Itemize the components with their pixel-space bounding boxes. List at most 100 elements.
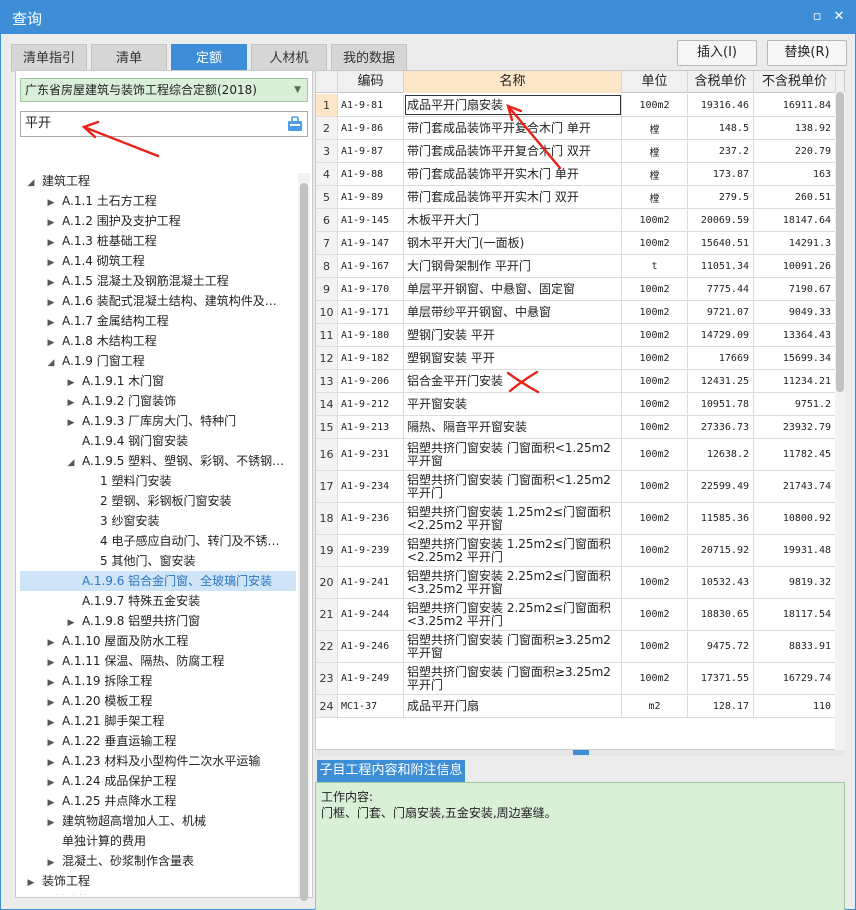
tree-node[interactable]: ▶ A.1.11 保温、隔热、防腐工程	[20, 651, 296, 671]
grid-scroll-thumb[interactable]	[836, 92, 844, 392]
table-row[interactable]: 2 A1-9-86 带门套成品装饰平开复合木门 单开 樘 148.5 138.92	[316, 117, 844, 140]
table-row[interactable]: 12 A1-9-182 塑钢窗安装 平开 100m2 17669 15699.34	[316, 347, 844, 370]
tab-item-info[interactable]: 子目工程内容和附注信息	[317, 760, 465, 782]
tree-node[interactable]: ▶ A.1.10 屋面及防水工程	[20, 631, 296, 651]
table-row[interactable]: 13 A1-9-206 铝合金平开门安装 100m2 12431.25 11234.21	[316, 370, 844, 393]
unit-cell[interactable]: 100m2	[622, 416, 688, 438]
name-cell[interactable]: 单层平开钢窗、中悬窗、固定窗	[404, 278, 622, 300]
tree-node[interactable]: ▶ A.1.1 土石方工程	[20, 191, 296, 211]
tree-node[interactable]: ◢ 建筑工程	[20, 171, 296, 191]
name-cell[interactable]: 隔热、隔音平开窗安装	[404, 416, 622, 438]
tree-node[interactable]: ▶ A.1.23 材料及小型构件二次水平运输	[20, 751, 296, 771]
tax-price-cell[interactable]: 27336.73	[688, 416, 754, 438]
no-tax-price-cell[interactable]: 11234.21	[754, 370, 836, 392]
replace-button[interactable]: 替换(R)	[767, 40, 847, 66]
tab-bill[interactable]: 清单	[91, 44, 167, 72]
tree-node[interactable]: 4 电子感应自动门、转门及不锈…	[20, 531, 296, 551]
code-cell[interactable]: A1-9-86	[338, 117, 404, 139]
no-tax-price-cell[interactable]: 163	[754, 163, 836, 185]
name-cell[interactable]: 单层带纱平开钢窗、中悬窗	[404, 301, 622, 323]
table-row[interactable]: 17 A1-9-234 铝塑共挤门窗安装 门窗面积<1.25m2 平开门 100m2 2…	[316, 471, 844, 503]
code-cell[interactable]: A1-9-234	[338, 471, 404, 502]
tree-node[interactable]: ▶ A.1.20 模板工程	[20, 691, 296, 711]
unit-cell[interactable]: m2	[622, 695, 688, 717]
unit-cell[interactable]: 100m2	[622, 663, 688, 694]
expand-icon[interactable]: ▶	[46, 793, 56, 811]
table-row[interactable]: 5 A1-9-89 带门套成品装饰平开实木门 双开 樘 279.5 260.51	[316, 186, 844, 209]
tax-price-cell[interactable]: 18830.65	[688, 599, 754, 630]
tree-node[interactable]: ▶ A.1.22 垂直运输工程	[20, 731, 296, 751]
unit-cell[interactable]: 100m2	[622, 347, 688, 369]
expand-icon[interactable]: ▶	[46, 733, 56, 751]
tax-price-cell[interactable]: 17371.55	[688, 663, 754, 694]
tax-price-cell[interactable]: 279.5	[688, 186, 754, 208]
unit-cell[interactable]: t	[622, 255, 688, 277]
tax-price-cell[interactable]: 10532.43	[688, 567, 754, 598]
tax-price-cell[interactable]: 12431.25	[688, 370, 754, 392]
code-cell[interactable]: A1-9-244	[338, 599, 404, 630]
chevron-down-icon[interactable]: ▼	[294, 79, 301, 101]
tree-node[interactable]: ▶ A.1.19 拆除工程	[20, 671, 296, 691]
no-tax-price-cell[interactable]: 9751.2	[754, 393, 836, 415]
no-tax-price-cell[interactable]: 10091.26	[754, 255, 836, 277]
row-number-cell[interactable]: 15	[316, 416, 338, 438]
expand-icon[interactable]: ▶	[46, 273, 56, 291]
table-row[interactable]: 1 A1-9-81 成品平开门扇安装 100m2 19316.46 16911.84	[316, 94, 844, 117]
table-row[interactable]: 6 A1-9-145 木板平开大门 100m2 20069.59 18147.64	[316, 209, 844, 232]
minimize-icon[interactable]: ▫	[808, 8, 826, 26]
expand-icon[interactable]: ▶	[46, 653, 56, 671]
row-number-cell[interactable]: 12	[316, 347, 338, 369]
header-unit[interactable]: 单位	[622, 71, 688, 93]
row-number-cell[interactable]: 21	[316, 599, 338, 630]
tree-node[interactable]: ▶ A.1.25 井点降水工程	[20, 791, 296, 811]
name-cell[interactable]: 带门套成品装饰平开复合木门 单开	[404, 117, 622, 139]
expand-icon[interactable]: ▶	[46, 293, 56, 311]
no-tax-price-cell[interactable]: 19931.48	[754, 535, 836, 566]
tree-node[interactable]: ▶ A.1.9.3 厂库房大门、特种门	[20, 411, 296, 431]
code-cell[interactable]: A1-9-81	[338, 94, 404, 116]
table-row[interactable]: 22 A1-9-246 铝塑共挤门窗安装 门窗面积≥3.25m2 平开窗 100m2 9…	[316, 631, 844, 663]
unit-cell[interactable]: 100m2	[622, 370, 688, 392]
name-cell[interactable]: 铝合金平开门安装	[404, 370, 622, 392]
row-number-cell[interactable]: 4	[316, 163, 338, 185]
name-cell[interactable]: 铝塑共挤门窗安装 1.25m2≤门窗面积<2.25m2 平开窗	[404, 503, 622, 534]
name-cell[interactable]: 带门套成品装饰平开实木门 双开	[404, 186, 622, 208]
row-number-cell[interactable]: 14	[316, 393, 338, 415]
unit-cell[interactable]: 100m2	[622, 535, 688, 566]
collapse-icon[interactable]: ◢	[46, 353, 56, 371]
tree-node[interactable]: ▶ A.1.21 脚手架工程	[20, 711, 296, 731]
unit-cell[interactable]: 100m2	[622, 503, 688, 534]
name-cell[interactable]: 钢木平开大门(一面板)	[404, 232, 622, 254]
tree-node[interactable]: ◢ A.1.9.5 塑料、塑钢、彩钢、不锈钢…	[20, 451, 296, 471]
unit-cell[interactable]: 100m2	[622, 278, 688, 300]
tree-node[interactable]: 5 其他门、窗安装	[20, 551, 296, 571]
tax-price-cell[interactable]: 14729.09	[688, 324, 754, 346]
tree-node[interactable]: ▶ A.1.9.8 铝塑共挤门窗	[20, 611, 296, 631]
header-code[interactable]: 编码	[338, 71, 404, 93]
expand-icon[interactable]: ▶	[46, 813, 56, 831]
expand-icon[interactable]: ▶	[46, 193, 56, 211]
no-tax-price-cell[interactable]: 9819.32	[754, 567, 836, 598]
table-row[interactable]: 16 A1-9-231 铝塑共挤门窗安装 门窗面积<1.25m2 平开窗 100m2 1…	[316, 439, 844, 471]
tree-node[interactable]: ▶ A.1.2 围护及支护工程	[20, 211, 296, 231]
expand-icon[interactable]: ▶	[66, 393, 76, 411]
name-cell[interactable]: 铝塑共挤门窗安装 2.25m2≤门窗面积<3.25m2 平开窗	[404, 567, 622, 598]
expand-icon[interactable]: ▶	[46, 773, 56, 791]
expand-icon[interactable]: ▶	[66, 373, 76, 391]
row-number-cell[interactable]: 16	[316, 439, 338, 470]
no-tax-price-cell[interactable]: 9049.33	[754, 301, 836, 323]
tax-price-cell[interactable]: 10951.78	[688, 393, 754, 415]
code-cell[interactable]: MC1-37	[338, 695, 404, 717]
collapse-icon[interactable]: ◢	[66, 453, 76, 471]
tree-node[interactable]: ▶ A.1.6 装配式混凝土结构、建筑构件及…	[20, 291, 296, 311]
name-cell[interactable]: 铝塑共挤门窗安装 门窗面积<1.25m2 平开窗	[404, 439, 622, 470]
no-tax-price-cell[interactable]: 21743.74	[754, 471, 836, 502]
expand-icon[interactable]: ▶	[46, 233, 56, 251]
name-cell[interactable]: 铝塑共挤门窗安装 门窗面积<1.25m2 平开门	[404, 471, 622, 502]
unit-cell[interactable]: 樘	[622, 163, 688, 185]
name-cell[interactable]: 平开窗安装	[404, 393, 622, 415]
name-cell[interactable]: 塑钢窗安装 平开	[404, 347, 622, 369]
unit-cell[interactable]: 樘	[622, 117, 688, 139]
expand-icon[interactable]: ▶	[46, 633, 56, 651]
row-number-cell[interactable]: 23	[316, 663, 338, 694]
